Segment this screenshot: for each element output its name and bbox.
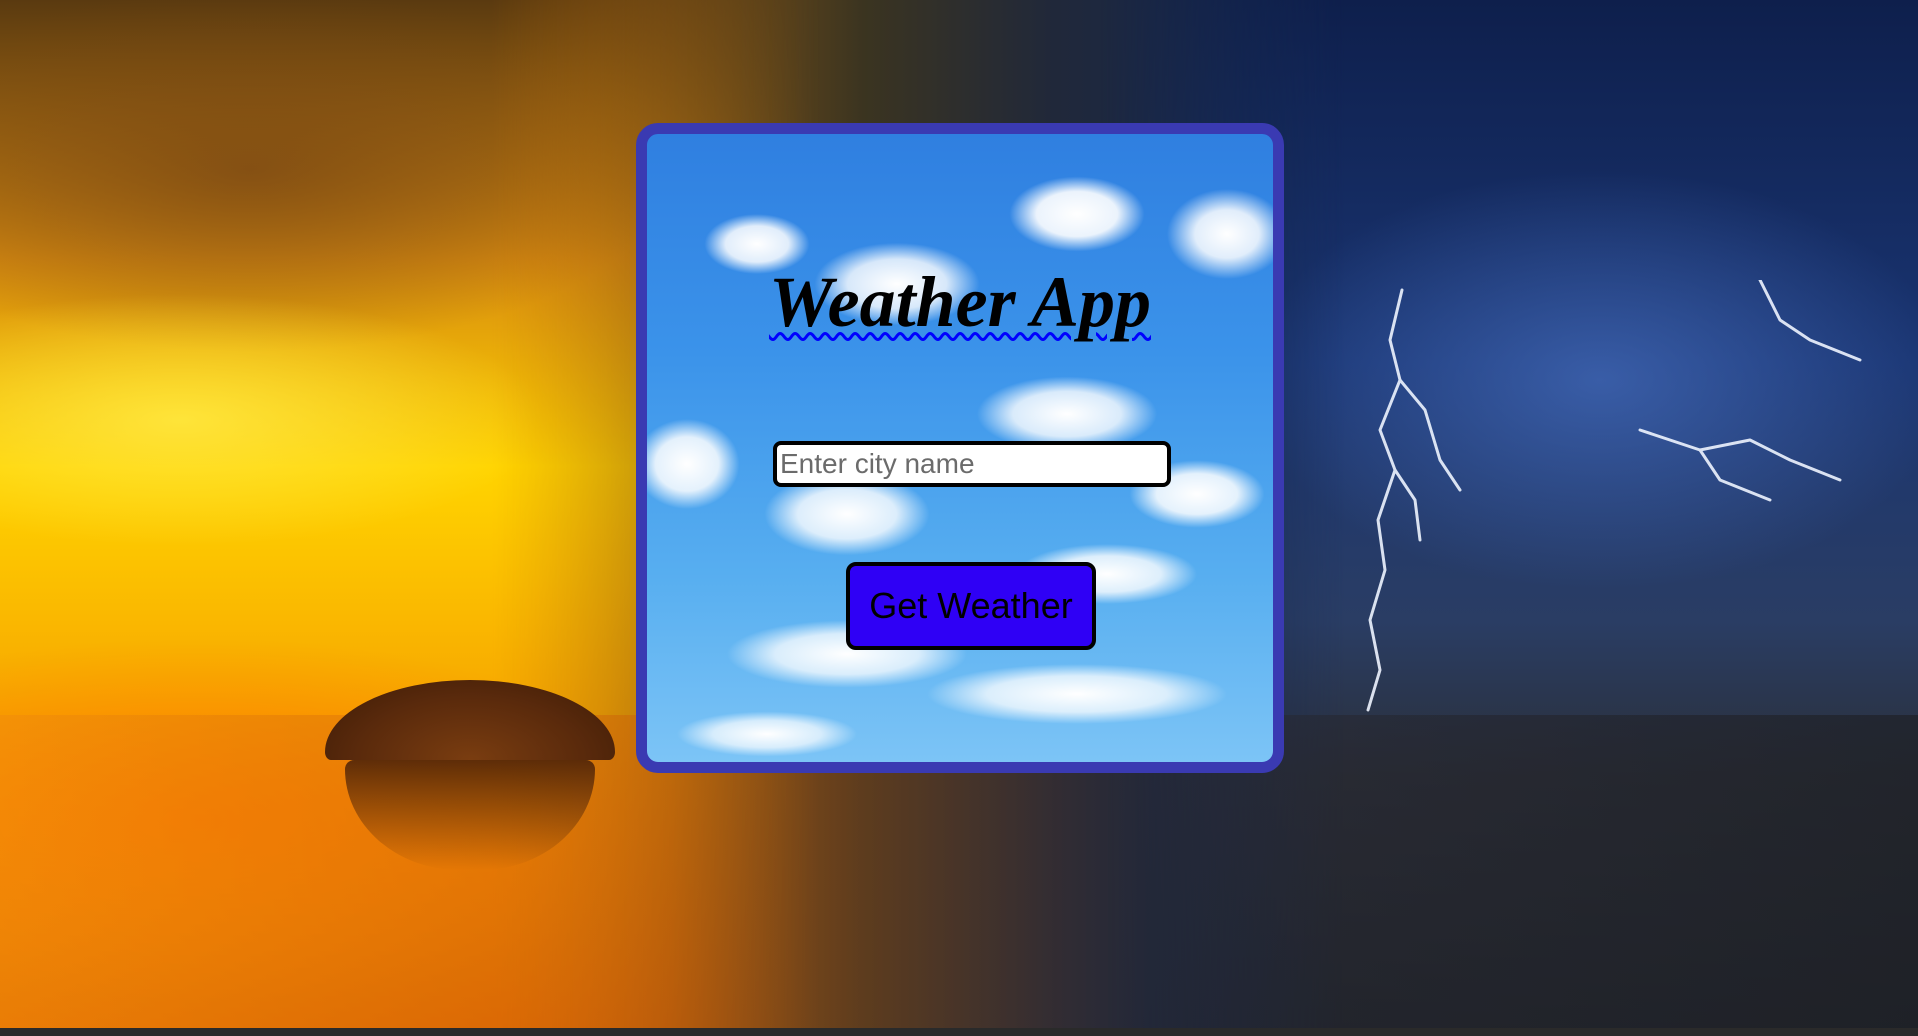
weather-card: Weather App Get Weather <box>636 123 1284 773</box>
window-bottom-edge <box>0 1028 1918 1036</box>
city-search-input[interactable] <box>773 441 1171 487</box>
get-weather-button[interactable]: Get Weather <box>846 562 1096 650</box>
app-title: Weather App <box>647 262 1273 342</box>
lightning-bolt-icon <box>1366 280 1862 712</box>
app-title-text: Weather App <box>768 262 1151 342</box>
